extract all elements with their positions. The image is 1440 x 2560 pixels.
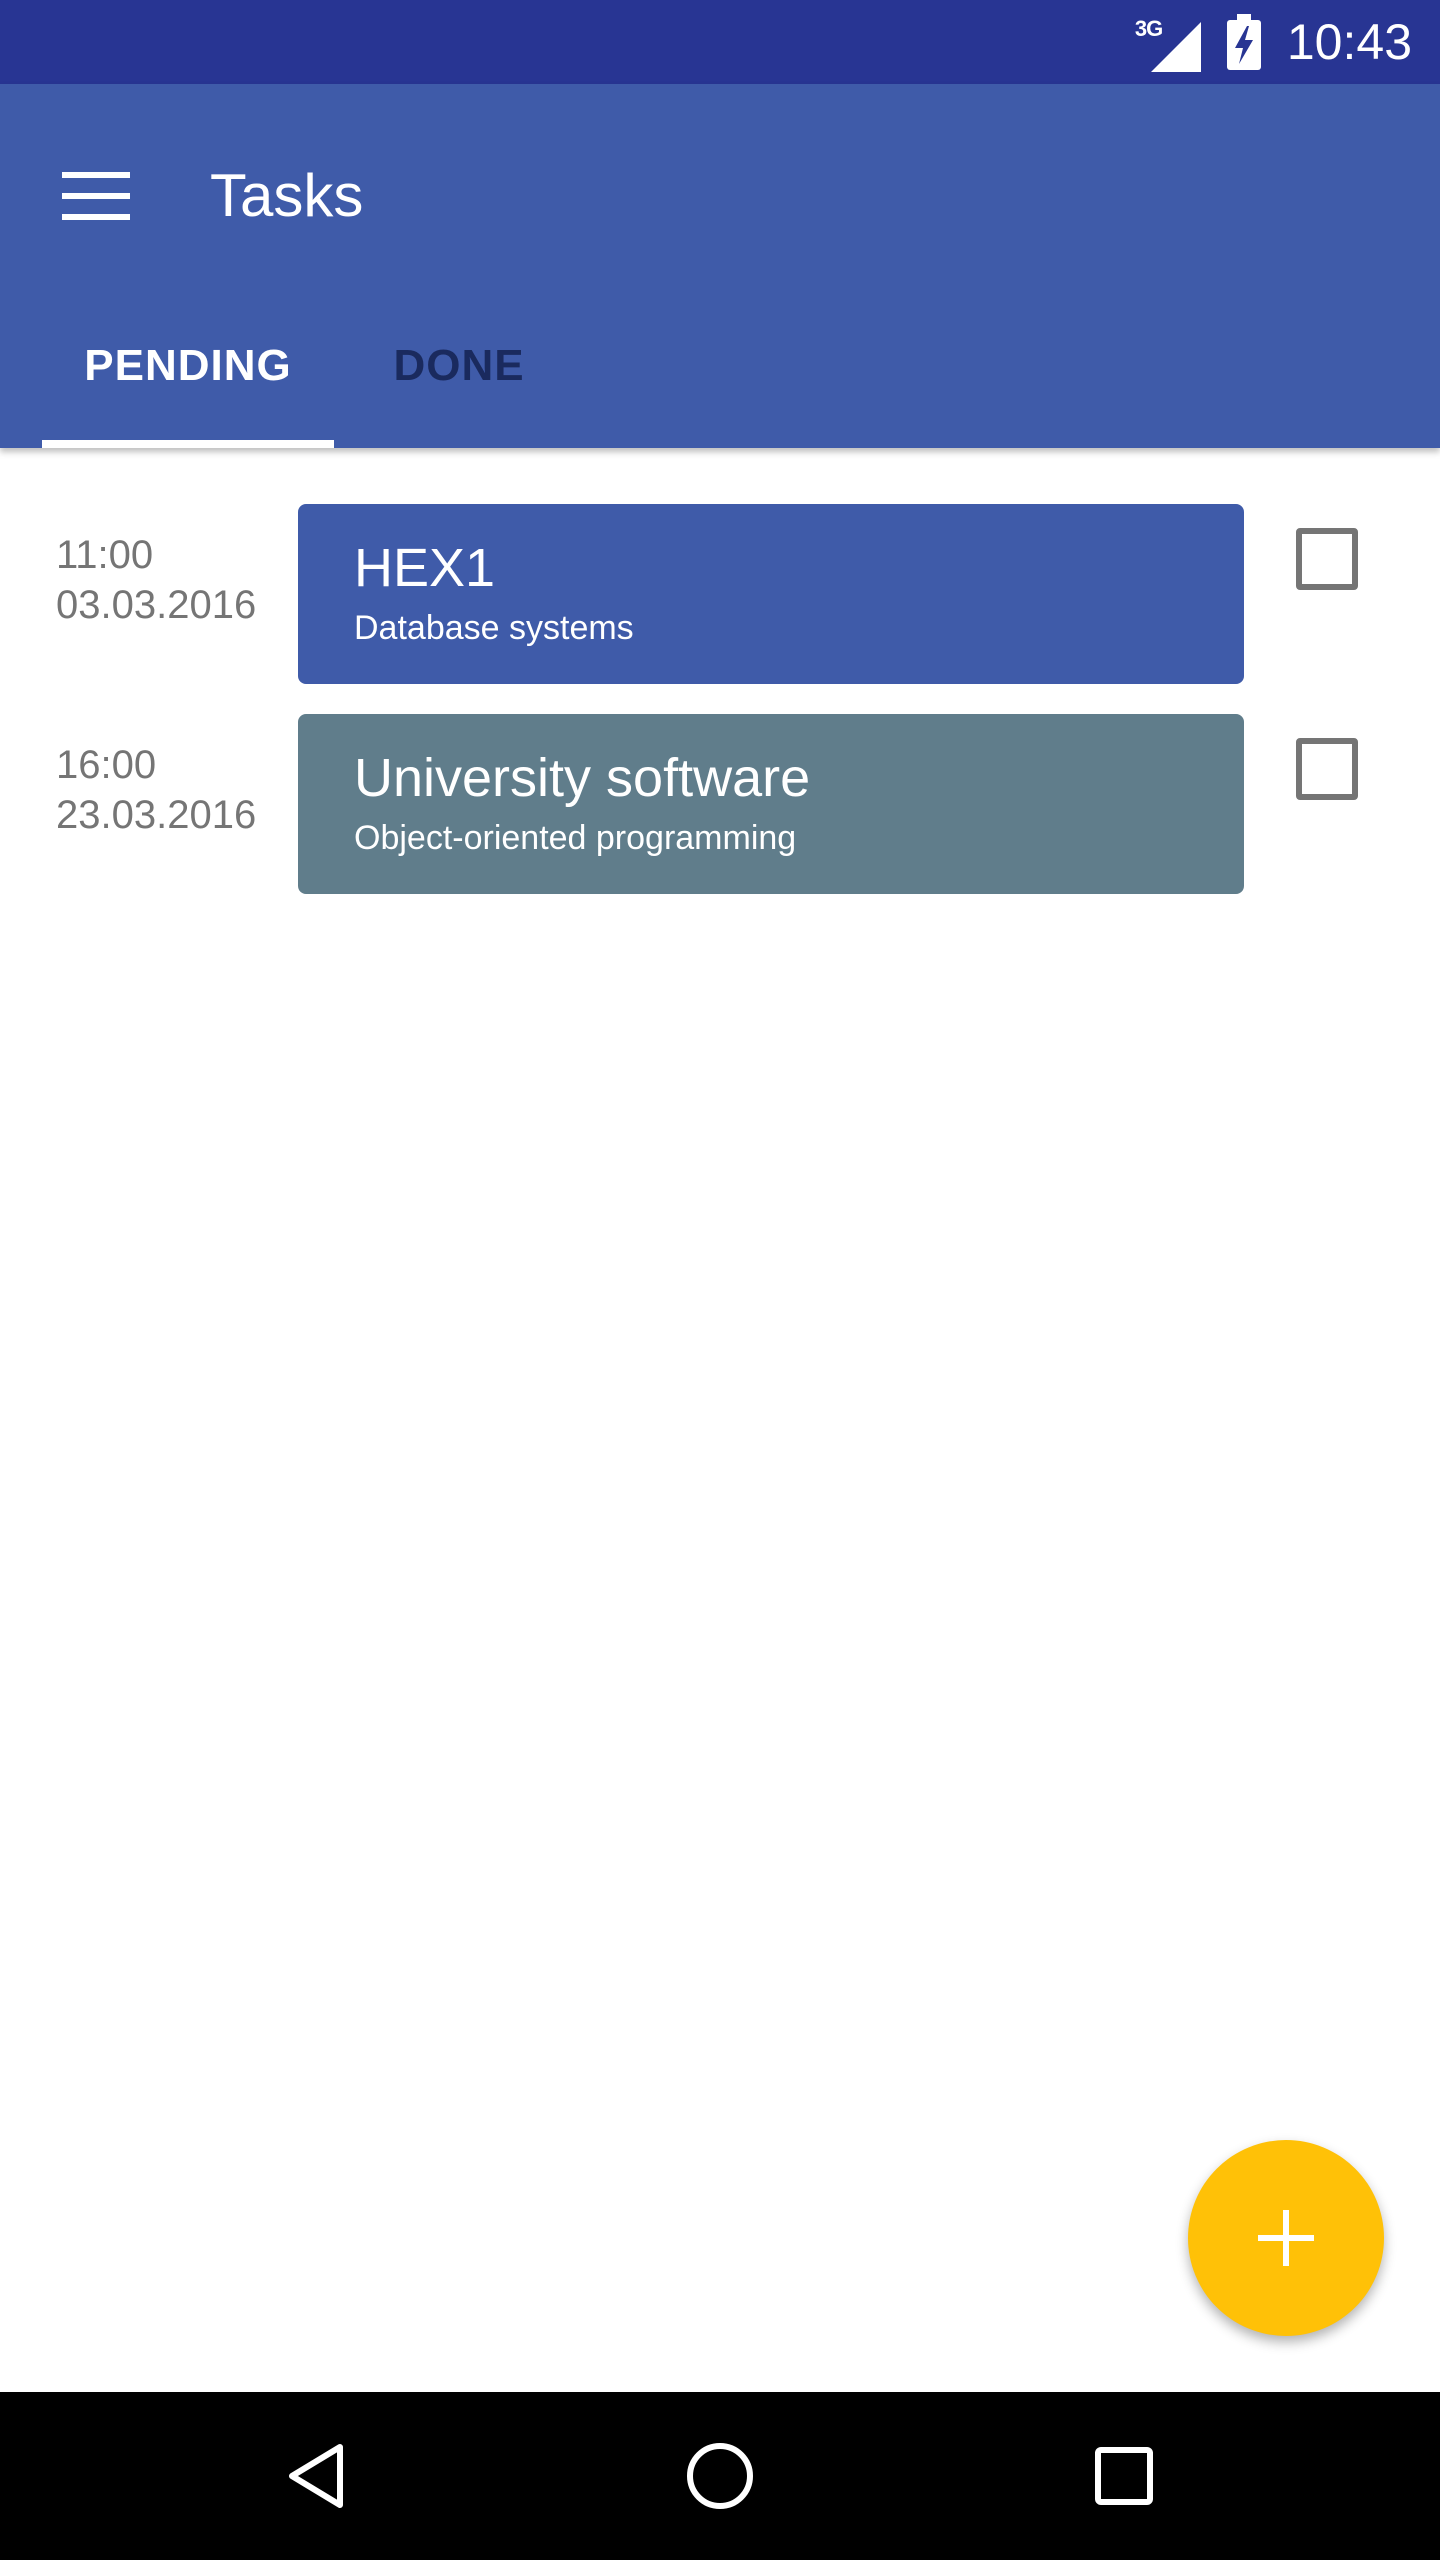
status-icons: 3G 10:43 [1135,0,1412,84]
task-datetime: 16:00 23.03.2016 [56,740,256,840]
home-button[interactable] [636,2392,804,2560]
tab-bar: PENDING DONE [0,284,1440,448]
task-card[interactable]: University software Object-oriented prog… [298,714,1244,894]
tab-pending[interactable]: PENDING [42,284,334,448]
tab-selected-indicator [42,440,334,448]
signal-icon [1150,22,1201,72]
task-date: 03.03.2016 [56,583,257,627]
plus-icon [1258,2210,1314,2266]
home-icon [687,2443,753,2509]
task-row: 16:00 23.03.2016 University software Obj… [0,714,1440,896]
task-time: 16:00 [56,743,157,787]
battery-charging-icon [1226,14,1261,70]
task-subtitle: Database systems [354,609,634,647]
task-row: 11:00 03.03.2016 HEX1 Database systems [0,504,1440,686]
status-clock: 10:43 [1286,14,1412,70]
task-checkbox[interactable] [1296,528,1358,590]
signal-indicator: 3G [1135,12,1201,72]
task-card[interactable]: HEX1 Database systems [298,504,1244,684]
task-time: 11:00 [56,533,154,577]
back-icon [289,2444,343,2508]
task-checkbox[interactable] [1296,738,1358,800]
app-bar: Tasks PENDING DONE [0,84,1440,448]
add-task-button[interactable] [1188,2140,1384,2336]
task-title: HEX1 [354,538,496,598]
task-subtitle: Object-oriented programming [354,819,797,857]
task-title: University software [354,748,811,808]
task-datetime: 11:00 03.03.2016 [56,530,256,630]
system-nav-bar [0,2392,1440,2560]
hamburger-menu-icon[interactable] [48,148,144,244]
status-bar: 3G 10:43 [0,0,1440,84]
back-button[interactable] [232,2392,400,2560]
recents-icon [1095,2447,1153,2505]
recents-button[interactable] [1040,2392,1208,2560]
tab-done[interactable]: DONE [334,284,584,448]
task-date: 23.03.2016 [56,793,257,837]
page-title: Tasks [210,162,364,229]
